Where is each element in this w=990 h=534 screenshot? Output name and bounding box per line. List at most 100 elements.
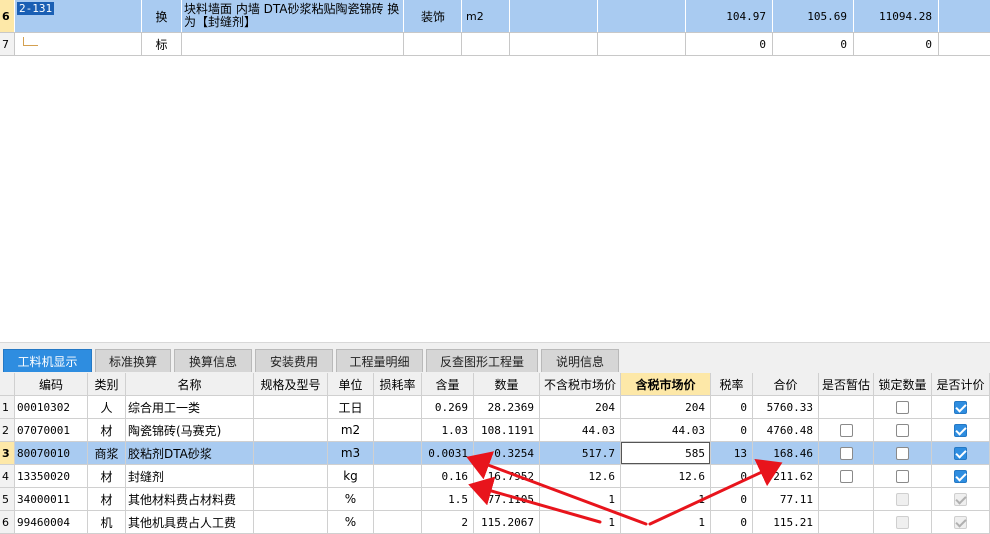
total-cell[interactable]: 115.21 — [753, 511, 819, 533]
name-cell[interactable]: 封缝剂 — [126, 465, 254, 487]
checkbox[interactable] — [954, 446, 967, 460]
table-row[interactable]: 6 99460004 机其他机具费占人工费% 2 115.2067 1 1 0 115.21 — [0, 511, 990, 534]
quantity-cell[interactable]: 115.2067 — [474, 511, 540, 533]
header-spec[interactable]: 规格及型号 — [254, 373, 328, 395]
header-type[interactable]: 类别 — [88, 373, 126, 395]
checkbox[interactable] — [839, 423, 853, 437]
price-excl-tax-cell[interactable]: 204 — [540, 396, 621, 418]
loss-rate-cell[interactable] — [374, 442, 422, 464]
code-cell[interactable] — [15, 33, 142, 55]
price-excl-tax-cell[interactable]: 1 — [540, 511, 621, 533]
type-cell[interactable]: 商浆 — [88, 442, 126, 464]
header-name[interactable]: 名称 — [126, 373, 254, 395]
loss-rate-cell[interactable] — [374, 396, 422, 418]
value-cell[interactable]: 11094.28 — [854, 0, 939, 32]
loss-rate-cell[interactable] — [374, 511, 422, 533]
blank-cell[interactable] — [510, 0, 598, 32]
content-cell[interactable]: 0.0031 — [422, 442, 474, 464]
type-cell[interactable]: 材 — [88, 465, 126, 487]
quantity-cell[interactable]: 0.3254 — [474, 442, 540, 464]
spec-cell[interactable] — [254, 511, 328, 533]
code-cell[interactable]: 2-131 — [15, 0, 142, 32]
spec-cell[interactable] — [254, 396, 328, 418]
name-cell[interactable]: 其他材料费占材料费 — [126, 488, 254, 510]
price-incl-tax-cell[interactable]: 12.6 — [621, 465, 711, 487]
header-priced[interactable]: 是否计价 — [932, 373, 990, 395]
unit-cell[interactable]: kg — [328, 465, 374, 487]
quantity-cell[interactable]: 28.2369 — [474, 396, 540, 418]
checkbox[interactable] — [896, 400, 909, 414]
tab-installation-fee[interactable]: 安装费用 — [255, 349, 333, 372]
header-unit[interactable]: 单位 — [328, 373, 374, 395]
value-cell[interactable]: 105.69 — [773, 0, 854, 32]
name-cell[interactable]: 胶粘剂DTA砂浆 — [126, 442, 254, 464]
table-row[interactable]: 4 13350020 材封缝剂 kg 0.16 16.7952 12.6 12.6 0 211.6… — [0, 465, 990, 488]
price-excl-tax-cell[interactable]: 44.03 — [540, 419, 621, 441]
tab-quantity-detail[interactable]: 工程量明细 — [336, 349, 423, 372]
spec-cell[interactable] — [254, 442, 328, 464]
price-incl-tax-cell[interactable]: 1 — [621, 488, 711, 510]
quantity-cell[interactable]: 108.1191 — [474, 419, 540, 441]
blank-cell[interactable] — [939, 33, 990, 55]
price-incl-tax-cell[interactable]: 1 — [621, 511, 711, 533]
price-excl-tax-cell[interactable]: 517.7 — [540, 442, 621, 464]
tab-description-info[interactable]: 说明信息 — [541, 349, 619, 372]
header-loss-rate[interactable]: 损耗率 — [374, 373, 422, 395]
tax-rate-cell[interactable]: 0 — [711, 419, 753, 441]
header-total[interactable]: 合价 — [753, 373, 819, 395]
table-row[interactable]: 2 07070001 材陶瓷锦砖(马赛克) m2 1.03 108.1191 44.03 44… — [0, 419, 990, 442]
value-cell[interactable]: 0 — [854, 33, 939, 55]
checkbox[interactable] — [954, 469, 967, 483]
header-quantity[interactable]: 数量 — [474, 373, 540, 395]
header-row-number[interactable] — [0, 373, 15, 395]
quantity-cell[interactable]: 77.1105 — [474, 488, 540, 510]
tax-rate-cell[interactable]: 0 — [711, 465, 753, 487]
loss-rate-cell[interactable] — [374, 419, 422, 441]
name-cell[interactable]: 综合用工一类 — [126, 396, 254, 418]
header-price-incl-tax[interactable]: 含税市场价 — [621, 373, 711, 395]
unit-cell[interactable]: m2 — [328, 419, 374, 441]
spec-cell[interactable] — [254, 465, 328, 487]
header-content[interactable]: 含量 — [422, 373, 474, 395]
tab-conversion-info[interactable]: 换算信息 — [174, 349, 252, 372]
spec-cell[interactable] — [254, 419, 328, 441]
total-cell[interactable]: 168.46 — [753, 442, 819, 464]
name-cell[interactable]: 块料墙面 内墙 DTA砂浆粘贴陶瓷锦砖 换为【封缝剂】 — [182, 0, 404, 32]
content-cell[interactable]: 1.03 — [422, 419, 474, 441]
header-lock-quantity[interactable]: 锁定数量 — [874, 373, 932, 395]
header-code[interactable]: 编码 — [15, 373, 88, 395]
unit-cell[interactable]: % — [328, 511, 374, 533]
header-provisional[interactable]: 是否暂估 — [819, 373, 874, 395]
type-cell[interactable]: 材 — [88, 488, 126, 510]
tax-rate-cell[interactable]: 0 — [711, 396, 753, 418]
checkbox[interactable] — [954, 400, 967, 414]
total-cell[interactable]: 5760.33 — [753, 396, 819, 418]
upper-row[interactable]: 7 标 0 0 0 — [0, 33, 990, 56]
value-cell[interactable]: 104.97 — [686, 0, 773, 32]
tab-reverse-graphic-quantity[interactable]: 反查图形工程量 — [426, 349, 538, 372]
checkbox[interactable] — [896, 469, 909, 483]
name-cell[interactable]: 陶瓷锦砖(马赛克) — [126, 419, 254, 441]
blank-cell[interactable] — [598, 33, 686, 55]
name-cell[interactable] — [182, 33, 404, 55]
code-cell[interactable]: 00010302 — [15, 396, 88, 418]
quantity-cell[interactable]: 16.7952 — [474, 465, 540, 487]
table-row-selected[interactable]: 3 80070010 商浆 胶粘剂DTA砂浆 m3 0.0031 0.3254 517.7 13… — [0, 442, 990, 465]
code-cell[interactable]: 99460004 — [15, 511, 88, 533]
unit-cell[interactable]: m3 — [328, 442, 374, 464]
tax-rate-cell[interactable]: 0 — [711, 511, 753, 533]
table-row[interactable]: 5 34000011 材其他材料费占材料费% 1.5 77.1105 1 1 0 77.11 — [0, 488, 990, 511]
checkbox[interactable] — [896, 423, 909, 437]
total-cell[interactable]: 77.11 — [753, 488, 819, 510]
tab-labor-material-machine[interactable]: 工料机显示 — [3, 349, 92, 372]
tax-rate-cell[interactable]: 13 — [711, 442, 753, 464]
specialty-cell[interactable] — [404, 33, 462, 55]
code-cell[interactable]: 34000011 — [15, 488, 88, 510]
code-cell[interactable]: 80070010 — [15, 442, 88, 464]
unit-cell[interactable] — [462, 33, 510, 55]
checkbox[interactable] — [839, 446, 853, 460]
price-incl-tax-cell[interactable]: 204 — [621, 396, 711, 418]
price-excl-tax-cell[interactable]: 1 — [540, 488, 621, 510]
price-incl-tax-cell[interactable]: 44.03 — [621, 419, 711, 441]
code-cell[interactable]: 07070001 — [15, 419, 88, 441]
